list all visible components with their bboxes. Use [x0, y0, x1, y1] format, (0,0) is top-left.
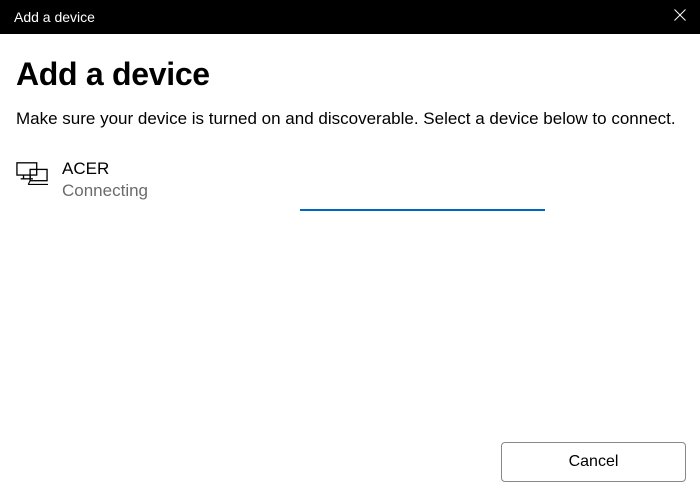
progress-track [2, 209, 545, 211]
device-status: Connecting [62, 181, 684, 201]
close-button[interactable] [668, 5, 692, 29]
page-heading: Add a device [16, 56, 684, 93]
device-computer-icon [16, 161, 48, 191]
device-list-item[interactable]: ACER Connecting [16, 159, 684, 211]
titlebar-title: Add a device [14, 9, 95, 25]
cancel-button[interactable]: Cancel [501, 442, 686, 482]
page-subtitle: Make sure your device is turned on and d… [16, 107, 684, 131]
device-name: ACER [62, 159, 684, 179]
close-icon [674, 8, 686, 26]
progress-indicator [300, 209, 545, 211]
content-area: Add a device Make sure your device is tu… [0, 34, 700, 211]
footer: Cancel [501, 442, 686, 482]
titlebar: Add a device [0, 0, 700, 34]
device-info: ACER Connecting [62, 159, 684, 211]
